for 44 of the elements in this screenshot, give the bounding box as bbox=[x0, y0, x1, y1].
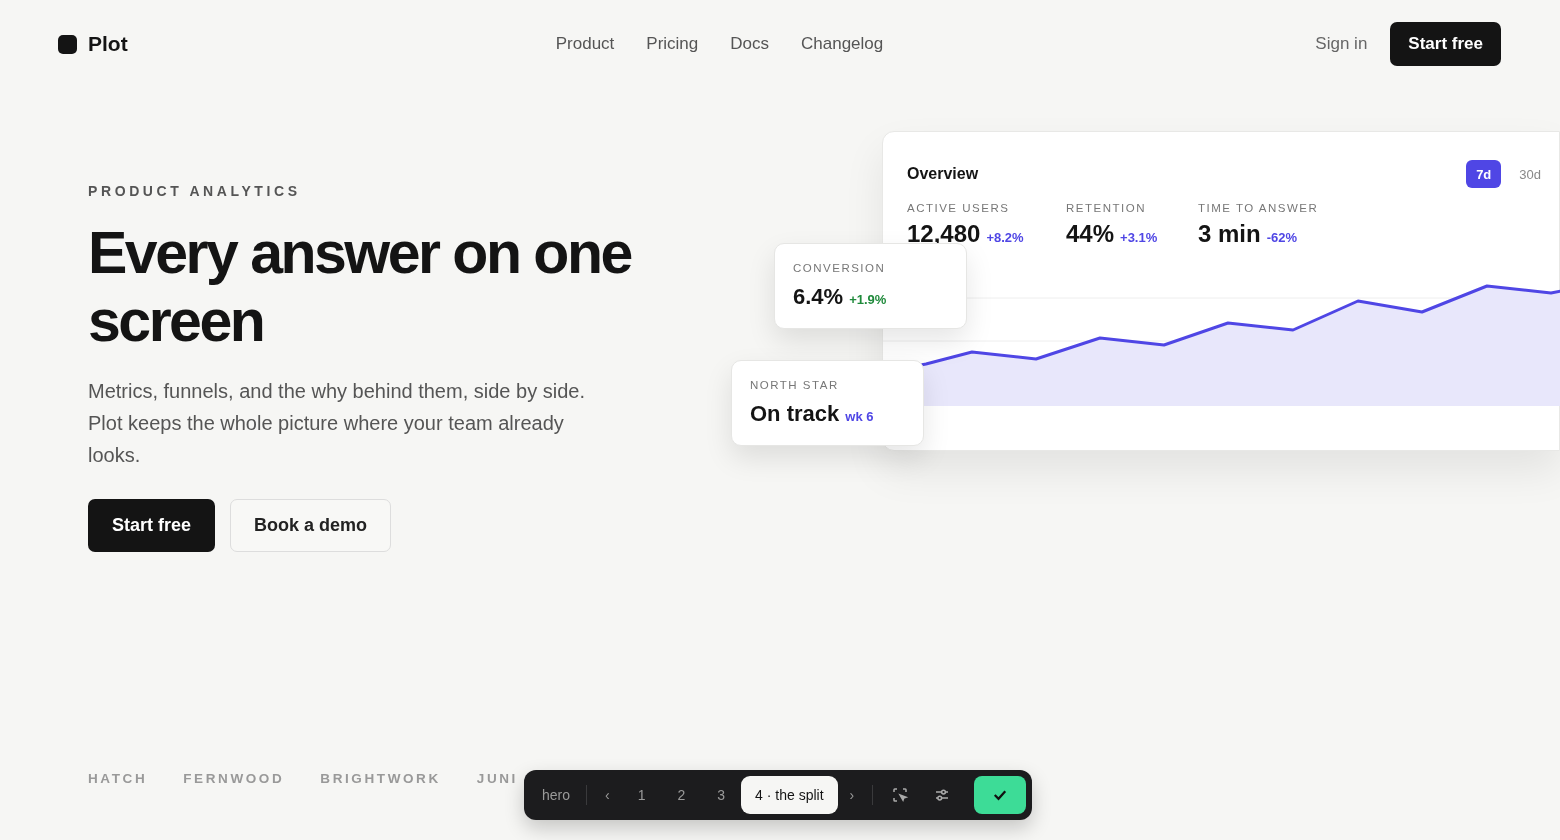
metric-value: 3 min bbox=[1198, 220, 1261, 248]
page-button[interactable]: 4 · the split bbox=[741, 776, 838, 814]
stat-delta: wk 6 bbox=[845, 409, 874, 424]
customer-logo: HATCH bbox=[88, 771, 148, 786]
customer-logo: FERNWOOD bbox=[183, 771, 285, 786]
hero-description: Metrics, funnels, and the why behind them, side by side. Plot keeps the whole picture where your team already looks. bbox=[88, 379, 586, 468]
logo-icon bbox=[58, 34, 77, 54]
customer-logo: JUNI bbox=[476, 771, 518, 786]
previous-button[interactable]: ‹ bbox=[593, 776, 622, 814]
page-button[interactable]: 3 bbox=[701, 776, 742, 814]
stat-label: NORTH STAR bbox=[750, 379, 840, 391]
nav-link[interactable]: Product bbox=[555, 34, 615, 54]
start-free-button[interactable]: Start free bbox=[1390, 22, 1501, 66]
stat-label: CONVERSION bbox=[793, 262, 887, 274]
page-button[interactable]: 1 bbox=[621, 776, 662, 814]
range-tab[interactable]: 7d bbox=[1466, 160, 1502, 188]
nav-link[interactable]: Changelog bbox=[801, 34, 884, 54]
stat-value: On track bbox=[750, 401, 840, 427]
hero-title: Every answer on one screen bbox=[88, 219, 633, 355]
page-button[interactable]: 2 bbox=[661, 776, 702, 814]
metric-label: TIME TO ANSWER bbox=[1198, 202, 1320, 214]
card-title: Overview bbox=[907, 165, 979, 183]
sign-in-link[interactable]: Sign in bbox=[1315, 34, 1368, 54]
stat-value: 6.4% bbox=[793, 284, 844, 310]
nav-link[interactable]: Docs bbox=[730, 34, 769, 54]
metric-label: ACTIVE USERS bbox=[907, 202, 1011, 214]
brand-name: Plot bbox=[88, 32, 128, 56]
customer-logo: BRIGHTWORK bbox=[320, 771, 441, 786]
next-button[interactable]: › bbox=[837, 776, 867, 814]
section-button[interactable]: hero bbox=[532, 776, 581, 814]
metric-delta: +3.1% bbox=[1120, 230, 1158, 245]
range-tab[interactable]: 30d bbox=[1509, 160, 1551, 188]
eyebrow: PRODUCT ANALYTICS bbox=[88, 183, 302, 199]
metric-value: 44% bbox=[1066, 220, 1115, 248]
book-demo-button[interactable]: Book a demo bbox=[230, 499, 392, 552]
nav-link[interactable]: Pricing bbox=[646, 34, 699, 54]
confirm-button[interactable] bbox=[974, 776, 1026, 814]
metric-label: RETENTION bbox=[1066, 202, 1147, 214]
start-free-button[interactable]: Start free bbox=[88, 499, 216, 552]
metric-delta: +8.2% bbox=[986, 230, 1024, 245]
metric-value: 12,480 bbox=[907, 220, 981, 248]
stat-delta: +1.9% bbox=[849, 292, 887, 307]
metric-delta: -62% bbox=[1266, 230, 1298, 245]
select-cursor-icon bbox=[891, 786, 910, 804]
